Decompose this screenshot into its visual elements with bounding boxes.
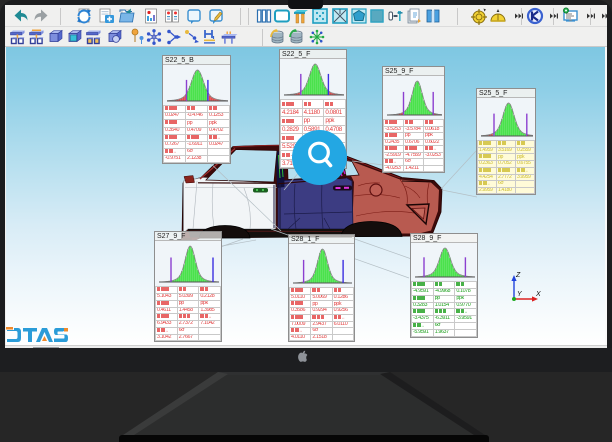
- svg-text:Y: Y: [517, 291, 523, 298]
- svg-text:X: X: [535, 291, 541, 298]
- svg-text:Z: Z: [515, 272, 521, 279]
